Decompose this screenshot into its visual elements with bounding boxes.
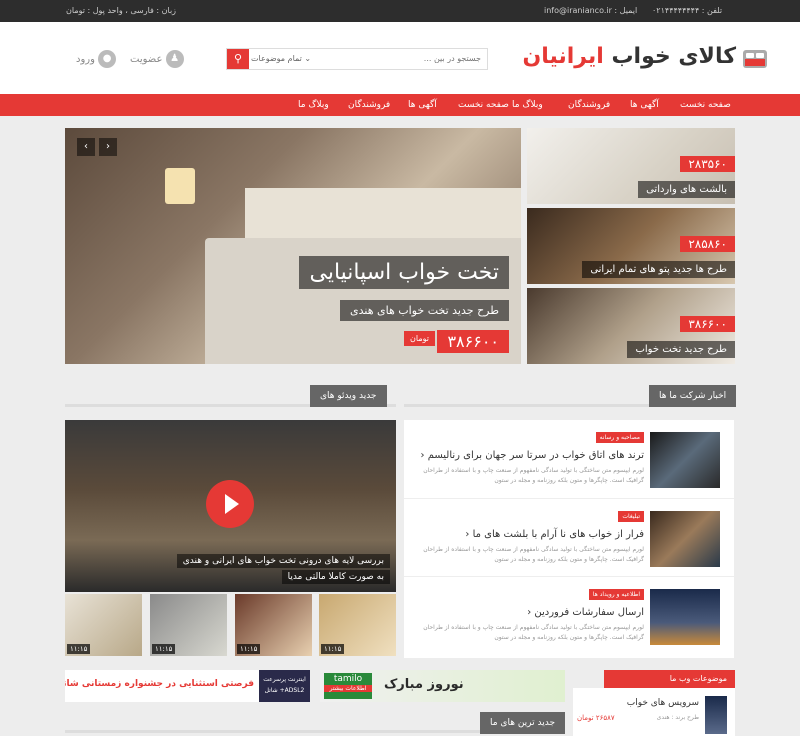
nav-home[interactable]: صفحه نخست (672, 94, 739, 116)
slide-subtitle: طرح جدید تخت خواب های هندی (340, 300, 509, 321)
nav-sellers-2[interactable]: فروشندگان (340, 94, 398, 116)
news-badge: مصاحبه و رسانه (595, 432, 644, 443)
users-icon: ♟ (165, 50, 184, 68)
user-icon: ● (98, 50, 117, 68)
play-icon[interactable] (206, 480, 254, 528)
video-thumb[interactable]: ۱۱:۱۵ (65, 594, 142, 656)
search-category-select[interactable]: ⌄ تمام موضوعات (251, 54, 311, 63)
shatel-banner[interactable]: اینترنت پرسرعت ADSL2+ شاتل فرصتی استثنای… (65, 670, 310, 702)
topic-image (705, 696, 727, 734)
search-icon: ⚲ (233, 52, 243, 65)
card-label: طرح جدید تخت خواب (627, 341, 735, 358)
card-price: ۲۸۳۵۶۰ (680, 156, 735, 172)
header: کالای خواب ایرانیان ⚲ ⌄ تمام موضوعات عضو… (0, 22, 800, 94)
slider-image (165, 168, 195, 204)
news-excerpt: لورم ایپسوم متن ساختگی با تولید سادگی نا… (423, 624, 644, 641)
news-title[interactable]: ارسال سفارشات فروردین ‹ (527, 607, 644, 618)
slider-next-button[interactable]: › (99, 138, 117, 156)
card-label: بالشت های وارداتی (638, 181, 735, 198)
news-list: مصاحبه و رسانه ترند های اتاق خواب در سرت… (404, 420, 734, 658)
login-link[interactable]: ورود ● (76, 50, 117, 68)
phone-info: ۰۲۱۴۴۴۴۴۴۴۴ : تلفن (652, 6, 723, 15)
video-duration: ۱۱:۱۵ (237, 644, 261, 654)
news-item[interactable]: اطلاعیه و رویداد ها ارسال سفارشات فروردی… (404, 576, 734, 652)
video-thumb[interactable]: ۱۱:۱۵ (150, 594, 227, 656)
nav-ads-2[interactable]: آگهی ها (400, 94, 445, 116)
nav-home-2[interactable]: صفحه نخست (450, 94, 517, 116)
news-image (650, 432, 720, 488)
news-item[interactable]: تبلیغات فرار از خواب های نا آرام با بلشت… (404, 498, 734, 574)
email-info: info@iranianco.ir : ایمیل (544, 6, 638, 15)
news-image (650, 511, 720, 567)
video-caption: بررسی لایه های درونی تخت خواب های ایرانی… (176, 554, 390, 568)
site-logo[interactable]: کالای خواب ایرانیان (522, 44, 736, 69)
video-caption-sub: به صورت کاملا مالتی مدیا (281, 570, 390, 584)
video-duration: ۱۱:۱۵ (67, 644, 91, 654)
bed-icon (743, 50, 767, 68)
nav-sellers[interactable]: فروشندگان (560, 94, 618, 116)
chevron-down-icon: ⌄ (304, 54, 312, 63)
news-section-title: اخبار شرکت ما ها (649, 385, 737, 407)
membership-link[interactable]: عضویت ♟ (130, 50, 184, 68)
slide-currency: تومان (404, 331, 435, 346)
side-card-pillows[interactable]: ۲۸۳۵۶۰ بالشت های وارداتی (527, 128, 735, 204)
nav-ads[interactable]: آگهی ها (622, 94, 667, 116)
chevron-right-icon: › (106, 141, 110, 152)
side-card-blankets[interactable]: ۲۸۵۸۶۰ طرح ها جدید پتو های تمام ایرانی (527, 208, 735, 284)
video-thumb[interactable]: ۱۱:۱۵ (319, 594, 396, 656)
news-excerpt: لورم ایپسوم متن ساختگی با تولید سادگی نا… (423, 546, 644, 563)
news-item[interactable]: مصاحبه و رسانه ترند های اتاق خواب در سرت… (404, 420, 734, 496)
topics-section-title: موضوعات وب ما (604, 670, 735, 688)
main-slider[interactable]: ‹ › تخت خواب اسپانیایی طرح جدید تخت خواب… (65, 128, 521, 364)
chevron-left-icon: ‹ (465, 529, 470, 540)
news-title[interactable]: ترند های اتاق خواب در سرتا سر جهان برای … (421, 450, 644, 461)
news-title[interactable]: فرار از خواب های نا آرام با بلشت های ما … (465, 529, 644, 540)
search-button[interactable]: ⚲ (227, 49, 249, 69)
video-duration: ۱۱:۱۵ (321, 644, 345, 654)
nowruz-banner[interactable]: tamilo اطلاعات بیشتر نوروز مبارک (320, 670, 565, 702)
card-label: طرح ها جدید پتو های تمام ایرانی (582, 261, 735, 278)
search-box: ⚲ ⌄ تمام موضوعات (226, 48, 488, 70)
nav-blog-2[interactable]: وبلاگ ما (290, 94, 337, 116)
newest-section-title: جدید ترین های ما (480, 712, 566, 734)
topic-item[interactable]: سرویس های خواب طرح برند : هندی ۲۶۵۸۷ توم… (573, 688, 735, 736)
language-currency[interactable]: زبان : فارسی ، واحد پول : تومان (66, 6, 176, 15)
video-thumb[interactable]: ۱۱:۱۵ (235, 594, 312, 656)
news-badge: تبلیغات (618, 511, 644, 522)
slider-prev-button[interactable]: ‹ (77, 138, 95, 156)
video-duration: ۱۱:۱۵ (152, 644, 176, 654)
card-price: ۳۸۶۶۰۰ (680, 316, 735, 332)
side-card-bed[interactable]: ۳۸۶۶۰۰ طرح جدید تخت خواب (527, 288, 735, 364)
news-badge: اطلاعیه و رویداد ها (588, 589, 644, 600)
card-price: ۲۸۵۸۶۰ (680, 236, 735, 252)
video-player[interactable]: بررسی لایه های درونی تخت خواب های ایرانی… (65, 420, 396, 592)
chevron-left-icon: ‹ (420, 450, 425, 461)
slide-title: تخت خواب اسپانیایی (299, 256, 509, 289)
news-image (650, 589, 720, 645)
chevron-left-icon: ‹ (527, 607, 532, 618)
slide-price: ۳۸۶۶۰۰ (437, 330, 509, 353)
main-nav: صفحه نخست آگهی ها فروشندگان وبلاگ ما صفح… (0, 94, 800, 116)
videos-section-title: جدید ویدئو های (310, 385, 387, 407)
news-excerpt: لورم ایپسوم متن ساختگی با تولید سادگی نا… (423, 467, 644, 484)
search-input[interactable] (321, 54, 481, 63)
top-bar: زبان : فارسی ، واحد پول : تومان info@ira… (0, 0, 800, 22)
chevron-left-icon: ‹ (84, 141, 88, 152)
